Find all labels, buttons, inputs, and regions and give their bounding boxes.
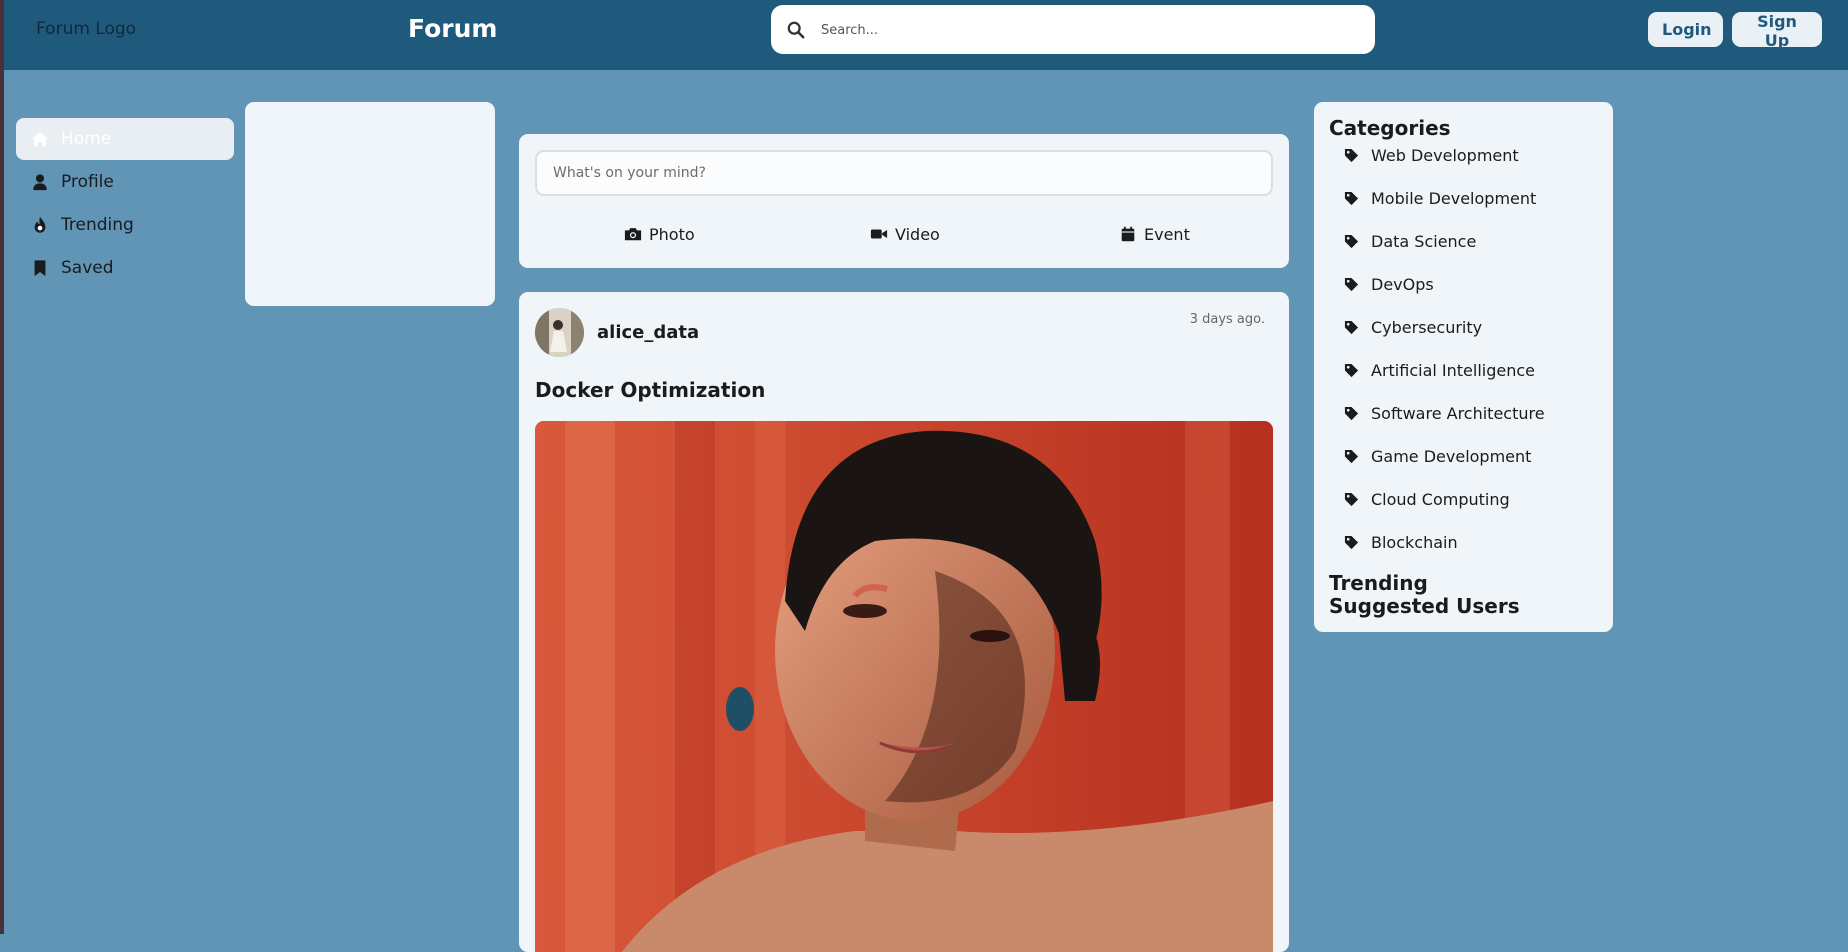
tag-icon [1344,191,1359,206]
nav-item-saved[interactable]: Saved [16,247,234,289]
camera-icon [624,228,642,241]
user-icon [33,174,47,191]
suggested-users-heading: Suggested Users [1329,594,1520,618]
category-item[interactable]: Cybersecurity [1344,318,1545,361]
category-label: Mobile Development [1371,189,1537,208]
post-username[interactable]: alice_data [597,322,699,343]
tag-icon [1344,148,1359,163]
search-icon [787,21,805,39]
category-item[interactable]: Game Development [1344,447,1545,490]
category-item[interactable]: Artificial Intelligence [1344,361,1545,404]
event-label: Event [1144,224,1190,244]
tag-icon [1344,535,1359,550]
categories-card: Categories Web Development Mobile Develo… [1314,102,1613,632]
category-label: Data Science [1371,232,1477,251]
post-composer: Photo Video Event [519,134,1289,268]
photo-button[interactable]: Photo [624,220,695,248]
category-label: Blockchain [1371,533,1458,552]
post-image[interactable] [535,421,1273,952]
tag-icon [1344,449,1359,464]
top-header: Forum Logo Forum Login Sign Up [4,0,1848,70]
category-item[interactable]: Blockchain [1344,533,1545,576]
category-label: Cloud Computing [1371,490,1510,509]
nav-label-profile: Profile [61,172,114,192]
site-brand[interactable]: Forum [408,14,497,43]
tag-icon [1344,277,1359,292]
nav-item-home[interactable]: Home [16,118,234,160]
bookmark-icon [34,260,46,277]
calendar-icon [1121,226,1135,242]
tag-icon [1344,363,1359,378]
portrait-photo [535,421,1273,952]
category-label: Software Architecture [1371,404,1545,423]
categories-heading: Categories [1329,116,1451,140]
fire-icon [34,216,46,233]
categories-list: Web Development Mobile Development Data … [1344,146,1545,576]
category-label: Game Development [1371,447,1532,466]
category-item[interactable]: DevOps [1344,275,1545,318]
category-item[interactable]: Cloud Computing [1344,490,1545,533]
composer-input[interactable] [535,150,1273,196]
category-item[interactable]: Software Architecture [1344,404,1545,447]
search-input[interactable] [821,17,1361,43]
home-icon [31,131,49,147]
category-item[interactable]: Mobile Development [1344,189,1545,232]
forum-logo[interactable]: Forum Logo [36,19,136,39]
video-icon [870,229,888,239]
photo-label: Photo [649,224,695,244]
login-button[interactable]: Login [1648,12,1723,47]
trending-heading: Trending [1329,571,1428,595]
category-label: Cybersecurity [1371,318,1483,337]
event-button[interactable]: Event [1119,220,1190,248]
window-edge [0,0,4,934]
search-bar[interactable] [771,5,1375,54]
tag-icon [1344,492,1359,507]
nav-label-saved: Saved [61,258,114,278]
video-label: Video [895,224,940,244]
category-label: Web Development [1371,146,1519,165]
tag-icon [1344,234,1359,249]
post-timestamp: 3 days ago. [1189,312,1265,327]
signup-button[interactable]: Sign Up [1732,12,1822,50]
avatar-image [535,308,584,357]
category-label: Artificial Intelligence [1371,361,1535,380]
nav-label-trending: Trending [61,215,134,235]
video-button[interactable]: Video [870,220,940,248]
tag-icon [1344,320,1359,335]
nav-label-home: Home [61,129,112,149]
avatar[interactable] [535,308,584,357]
nav-item-trending[interactable]: Trending [16,204,234,246]
post-title[interactable]: Docker Optimization [535,378,765,402]
category-item[interactable]: Web Development [1344,146,1545,189]
left-nav-card [245,102,495,306]
tag-icon [1344,406,1359,421]
post-card: alice_data 3 days ago. Docker Optimizati… [519,292,1289,952]
nav-item-profile[interactable]: Profile [16,161,234,203]
category-item[interactable]: Data Science [1344,232,1545,275]
category-label: DevOps [1371,275,1434,294]
